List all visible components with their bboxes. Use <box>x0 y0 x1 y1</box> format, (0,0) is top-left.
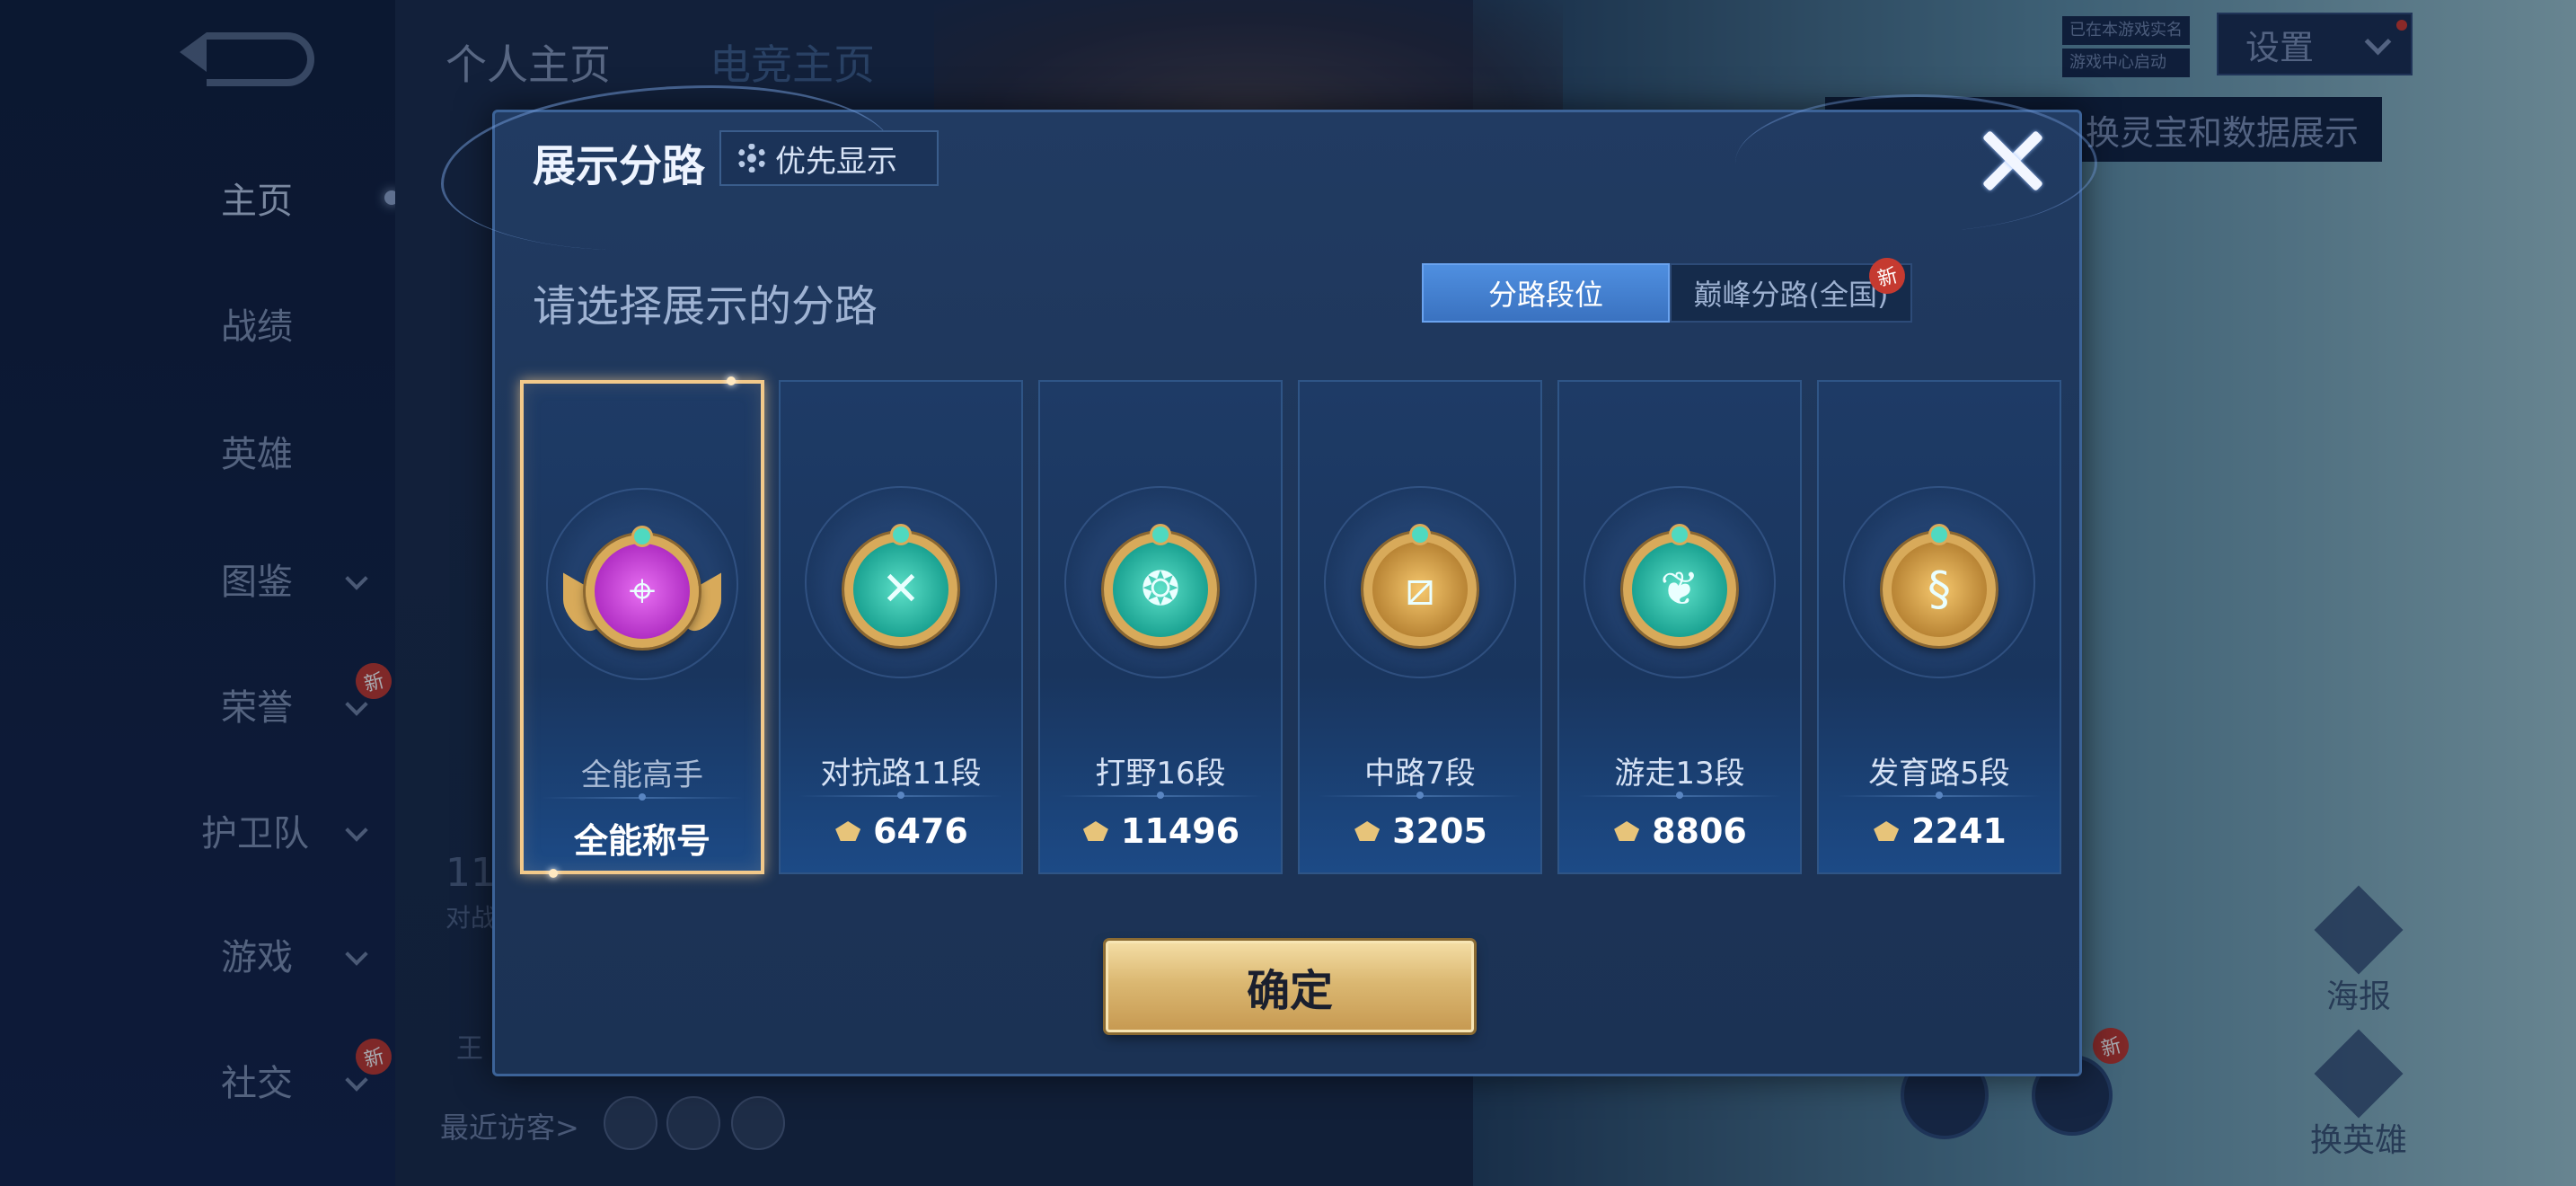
selection-sparkle <box>727 376 736 385</box>
divider <box>1058 792 1263 799</box>
emblem-glyph: ⧄ <box>1405 562 1435 616</box>
lane-display-dialog: 展示分路 优先显示 请选择展示的分路 分路段位 巅峰分路(全国) 新 ⌖ 全能高手全能… <box>441 85 2097 1076</box>
peak-points-icon <box>1612 816 1643 846</box>
lane-card[interactable]: ✕ 对抗路11段 6476 <box>779 380 1023 874</box>
confirm-button[interactable]: 确定 <box>1106 941 1474 1032</box>
lane-card[interactable]: § 发育路5段 2241 <box>1817 380 2061 874</box>
lane-rank-label: 发育路5段 <box>1868 756 2010 792</box>
gem-icon <box>1409 524 1431 545</box>
peak-points-icon <box>834 816 864 846</box>
lane-rank-label: 对抗路11段 <box>820 756 982 792</box>
lane-points-value: 8806 <box>1559 811 1800 851</box>
lane-card[interactable]: ❦ 游走13段 8806 <box>1557 380 1802 874</box>
lane-rank-label: 打野16段 <box>1095 756 1226 792</box>
points-text: 11496 <box>1120 811 1240 851</box>
lane-card[interactable]: ⧄ 中路7段 3205 <box>1298 380 1542 874</box>
lane-card[interactable]: ⌖ 全能高手全能称号 <box>520 376 764 878</box>
peak-points-icon <box>1081 816 1112 846</box>
points-text: 全能称号 <box>573 821 710 861</box>
priority-display-button[interactable]: 优先显示 <box>719 130 939 186</box>
clash-lane-emblem-icon: ✕ <box>844 524 957 646</box>
gem-icon <box>1669 524 1690 545</box>
gem-icon <box>631 526 653 547</box>
close-button[interactable] <box>1975 125 2047 197</box>
tab-peak-lane-national[interactable]: 巅峰分路(全国) 新 <box>1670 253 1912 323</box>
lane-mode-tabs: 分路段位 巅峰分路(全国) 新 <box>1422 253 1912 326</box>
emblem-glyph: ❂ <box>1141 562 1180 616</box>
gem-icon <box>890 524 912 545</box>
divider <box>542 793 743 801</box>
lane-points-value: 2241 <box>1819 811 2060 851</box>
jungle-dragon-emblem-icon: ❂ <box>1104 524 1217 646</box>
divider-dot <box>639 793 646 801</box>
tab-label: 巅峰分路(全国) <box>1693 278 1889 312</box>
roam-wings-emblem-icon: ❦ <box>1623 524 1736 646</box>
tab-lane-rank[interactable]: 分路段位 <box>1422 263 1670 323</box>
divider-dot <box>1416 792 1424 799</box>
divider <box>1837 792 2042 799</box>
points-text: 3205 <box>1392 811 1487 851</box>
lane-points-value: 全能称号 <box>524 813 761 863</box>
lane-points-value: 6476 <box>781 811 1021 851</box>
points-text: 6476 <box>873 811 968 851</box>
lane-points-value: 11496 <box>1040 811 1281 851</box>
gem-icon <box>1150 524 1171 545</box>
divider <box>1577 792 1782 799</box>
gear-icon <box>737 144 766 173</box>
confirm-label: 确定 <box>1246 966 1333 1016</box>
priority-display-label: 优先显示 <box>775 143 897 180</box>
mid-lane-emblem-icon: ⧄ <box>1363 524 1477 646</box>
divider <box>798 792 1003 799</box>
lane-rank-label: 游走13段 <box>1614 756 1745 792</box>
tab-label: 分路段位 <box>1487 278 1603 312</box>
dialog-title: 展示分路 <box>533 141 706 191</box>
divider-dot <box>1157 792 1164 799</box>
farm-lane-emblem-icon: § <box>1883 524 1996 646</box>
lane-rank-label: 全能高手 <box>581 757 703 793</box>
emblem-glyph: ⌖ <box>629 564 656 618</box>
divider <box>1318 792 1522 799</box>
peak-points-icon <box>1872 816 1902 846</box>
divider-dot <box>1676 792 1683 799</box>
points-text: 8806 <box>1652 811 1747 851</box>
emblem-glyph: ✕ <box>881 562 921 616</box>
dialog-subtitle: 请选择展示的分路 <box>533 281 878 332</box>
lane-card[interactable]: ❂ 打野16段 11496 <box>1038 380 1283 874</box>
selection-sparkle <box>549 869 558 878</box>
divider-dot <box>897 792 904 799</box>
lane-points-value: 3205 <box>1300 811 1540 851</box>
emblem-glyph: ❦ <box>1660 562 1699 616</box>
lane-cards: ⌖ 全能高手全能称号 ✕ 对抗路11段 6476 ❂ 打野16段 11496 ⧄ 中路7段 3205… <box>520 376 2065 878</box>
peak-points-icon <box>1353 816 1383 846</box>
gem-icon <box>1928 524 1950 545</box>
lane-rank-label: 中路7段 <box>1364 756 1476 792</box>
divider-dot <box>1936 792 1943 799</box>
points-text: 2241 <box>1911 811 2007 851</box>
emblem-glyph: § <box>1928 562 1951 616</box>
all-rounder-emblem-icon: ⌖ <box>586 526 699 648</box>
